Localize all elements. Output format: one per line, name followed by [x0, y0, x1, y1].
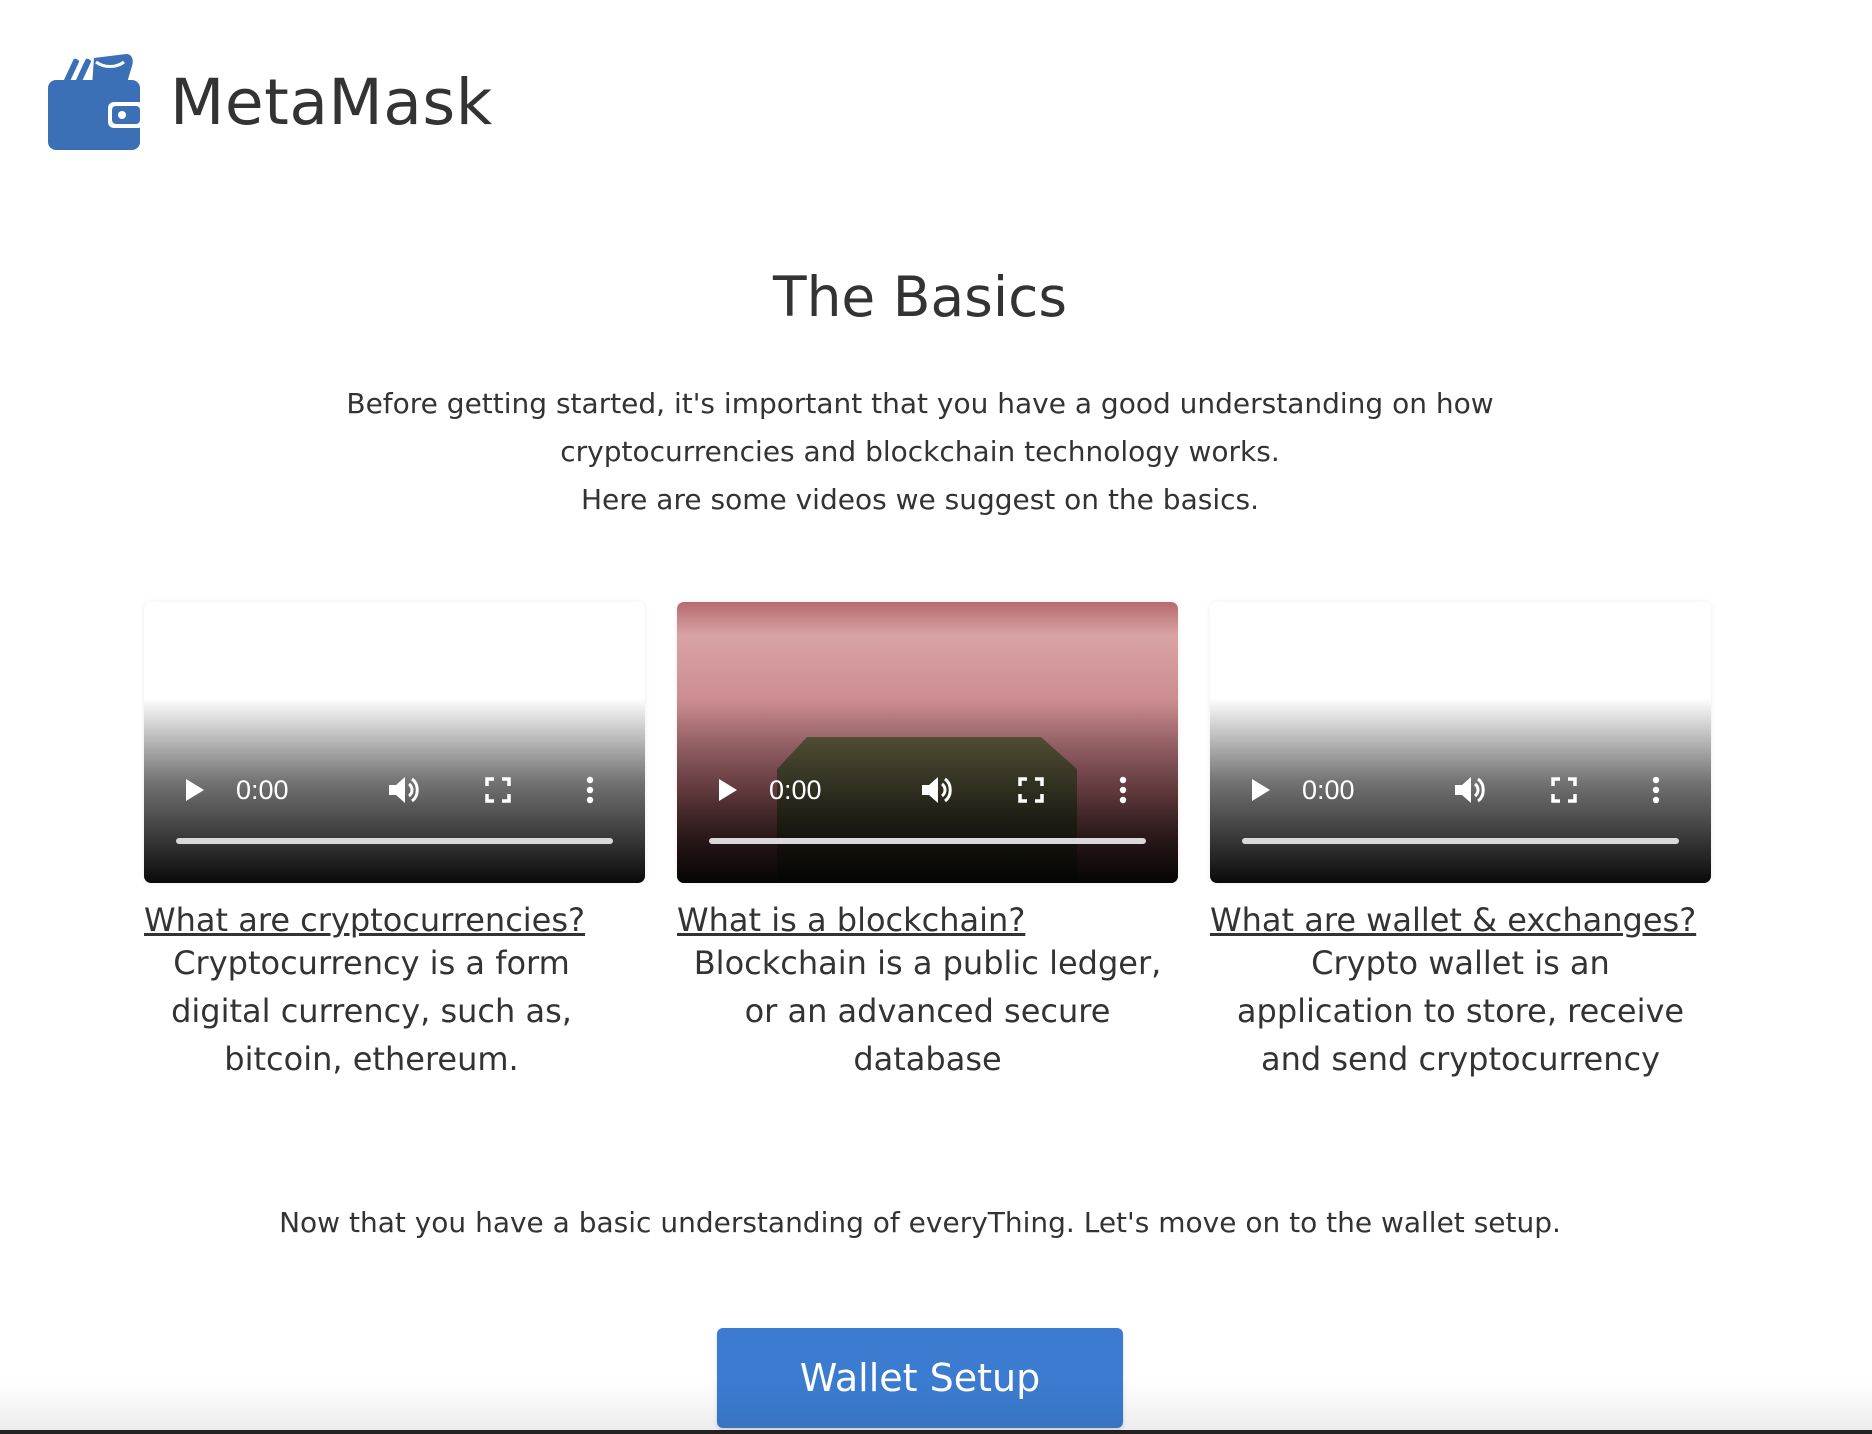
more-options-icon[interactable] — [1111, 770, 1135, 810]
description-line: application to store, receive — [1236, 992, 1685, 1030]
more-options-icon[interactable] — [578, 770, 602, 810]
fullscreen-icon[interactable] — [1013, 770, 1049, 810]
header: MetaMask — [46, 52, 493, 152]
intro-line: cryptocurrencies and blockchain technolo… — [560, 435, 1280, 468]
play-icon[interactable] — [178, 770, 212, 810]
volume-icon[interactable] — [384, 770, 424, 810]
video-progress-bar[interactable] — [709, 838, 1146, 844]
intro-line: Before getting started, it's important t… — [346, 387, 1494, 420]
video-title-link[interactable]: What are wallet & exchanges? — [1210, 901, 1711, 939]
page-title: The Basics — [772, 265, 1068, 329]
video-player[interactable]: 0:00 — [144, 602, 645, 883]
description-line: bitcoin, ethereum. — [224, 1040, 519, 1078]
description-line: Blockchain is a public ledger, — [693, 944, 1162, 982]
video-time: 0:00 — [236, 774, 289, 805]
video-time: 0:00 — [769, 774, 822, 805]
play-icon[interactable] — [711, 770, 745, 810]
description-line: digital currency, such as, — [171, 992, 572, 1030]
outro-text: Now that you have a basic understanding … — [279, 1206, 1561, 1239]
video-controls: 0:00 — [1210, 770, 1711, 810]
brand-name: MetaMask — [170, 65, 493, 139]
intro-line: Here are some videos we suggest on the b… — [581, 483, 1259, 516]
bottom-border — [0, 1430, 1872, 1434]
description-line: Cryptocurrency is a form — [173, 944, 570, 982]
video-progress-bar[interactable] — [176, 838, 613, 844]
volume-icon[interactable] — [917, 770, 957, 810]
volume-icon[interactable] — [1450, 770, 1490, 810]
video-description: Blockchain is a public ledger, or an adv… — [677, 939, 1178, 1083]
video-controls: 0:00 — [144, 770, 645, 810]
fullscreen-icon[interactable] — [480, 770, 516, 810]
video-progress-bar[interactable] — [1242, 838, 1679, 844]
video-controls: 0:00 — [677, 770, 1178, 810]
video-card-blockchain: 0:00 What is a blockchain? Blockchain is… — [677, 602, 1178, 1083]
more-options-icon[interactable] — [1644, 770, 1668, 810]
description-line: or an advanced secure — [744, 992, 1111, 1030]
play-icon[interactable] — [1244, 770, 1278, 810]
description-line: database — [853, 1040, 1002, 1078]
video-card-wallets: 0:00 What are wallet & exchanges? Crypto… — [1210, 602, 1711, 1083]
video-title-link[interactable]: What are cryptocurrencies? — [144, 901, 645, 939]
video-description: Cryptocurrency is a form digital currenc… — [98, 939, 645, 1083]
intro-text: Before getting started, it's important t… — [0, 380, 1840, 524]
video-player[interactable]: 0:00 — [677, 602, 1178, 883]
video-player[interactable]: 0:00 — [1210, 602, 1711, 883]
description-line: and send cryptocurrency — [1260, 1040, 1661, 1078]
description-line: Crypto wallet is an — [1311, 944, 1610, 982]
fullscreen-icon[interactable] — [1546, 770, 1582, 810]
video-time: 0:00 — [1302, 774, 1355, 805]
wallet-icon — [48, 54, 142, 150]
video-card-cryptocurrencies: 0:00 What are cryptocurrencies? Cryptocu… — [144, 602, 645, 1083]
bottom-shadow — [0, 1380, 1872, 1434]
video-title-link[interactable]: What is a blockchain? — [677, 901, 1178, 939]
video-description: Crypto wallet is an application to store… — [1210, 939, 1711, 1083]
